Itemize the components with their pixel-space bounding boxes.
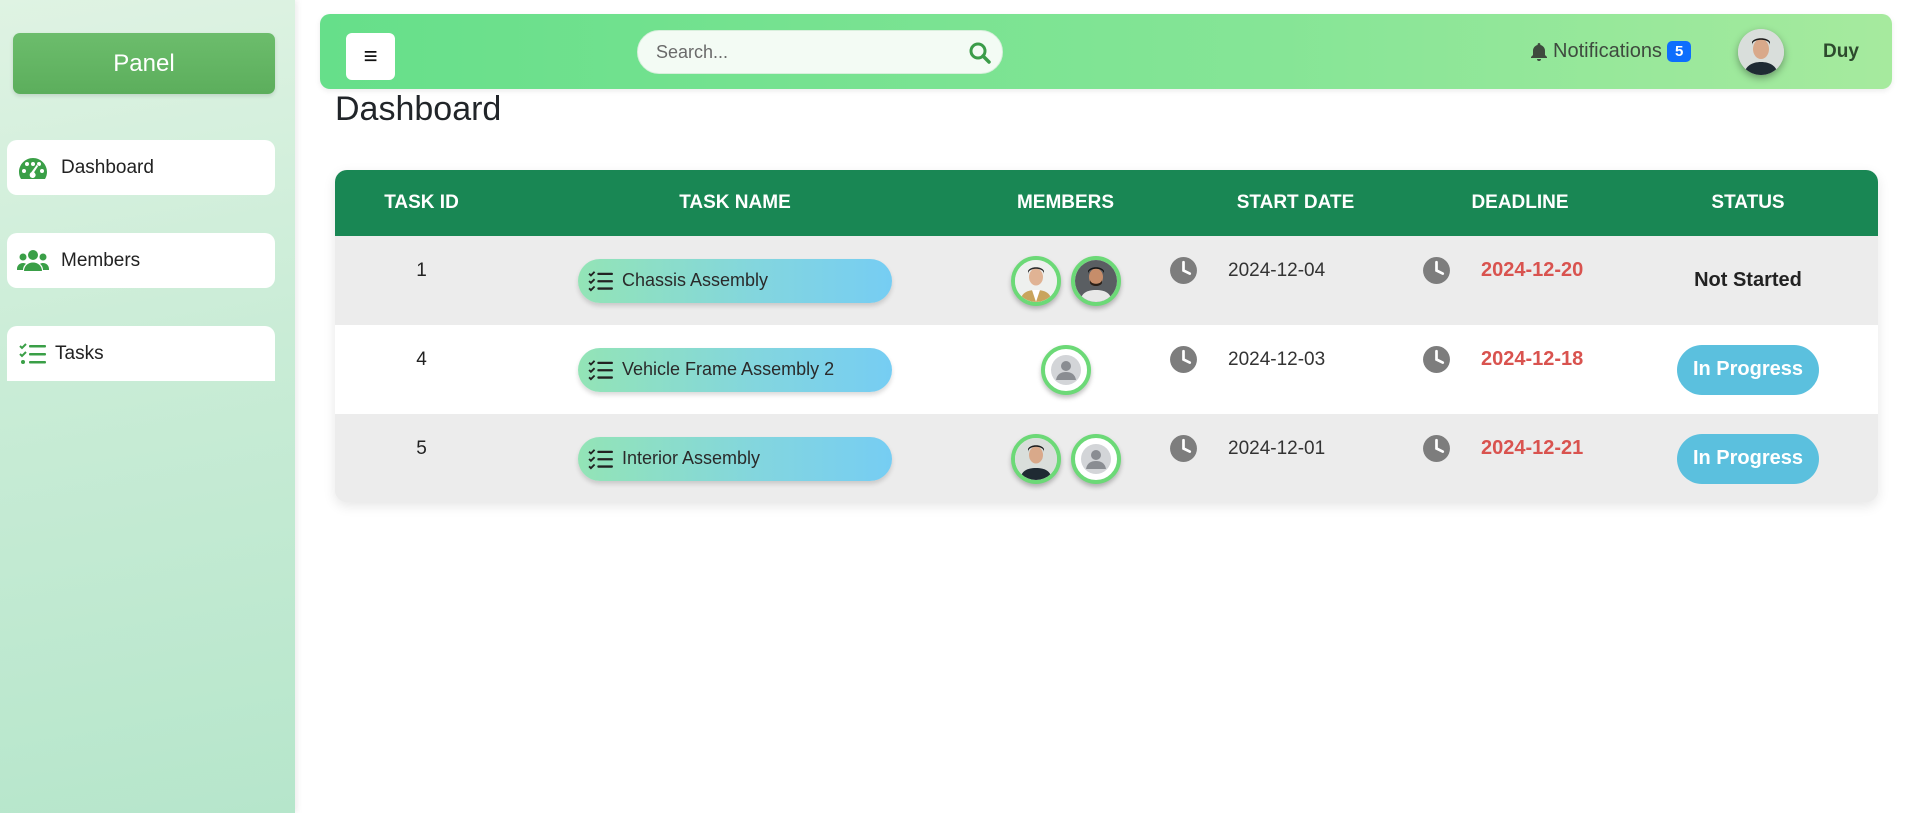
panel-title[interactable]: Panel — [13, 33, 275, 94]
sidebar-item-tasks[interactable]: Tasks — [7, 326, 275, 381]
member-avatar[interactable] — [1070, 433, 1121, 484]
task-name-pill[interactable]: Chassis Assembly — [578, 258, 892, 303]
search-input[interactable] — [638, 31, 1002, 73]
sidebar-item-dashboard[interactable]: Dashboard — [7, 140, 275, 195]
task-id: 1 — [416, 259, 427, 281]
start-date: 2024-12-04 — [1228, 259, 1326, 281]
list-check-icon — [588, 270, 613, 291]
column-header-status: STATUS — [1711, 192, 1785, 213]
sidebar: Panel Dashboard Members Tasks — [0, 0, 295, 813]
notifications-count-badge: 5 — [1666, 41, 1692, 62]
member-avatar[interactable] — [1040, 344, 1091, 395]
user-name[interactable]: Duy — [1823, 41, 1859, 63]
task-name-pill[interactable]: Interior Assembly — [578, 436, 892, 481]
default-user-icon — [1050, 354, 1081, 385]
start-date: 2024-12-03 — [1228, 348, 1326, 370]
table-row: 4 Vehicle Frame Assembly 2 2024-12-03 20… — [335, 325, 1878, 414]
task-name: Interior Assembly — [622, 448, 761, 468]
status-badge: In Progress — [1676, 344, 1820, 395]
sidebar-item-label: Dashboard — [61, 156, 154, 178]
list-check-icon — [588, 448, 613, 469]
task-name: Vehicle Frame Assembly 2 — [622, 359, 835, 379]
list-check-icon — [17, 340, 49, 368]
member-avatar[interactable] — [1070, 255, 1121, 306]
clock-icon — [1170, 346, 1197, 373]
search-icon[interactable] — [968, 41, 992, 65]
user-avatar[interactable] — [1738, 29, 1784, 75]
list-check-icon — [588, 359, 613, 380]
notifications-link[interactable]: Notifications 5 — [1529, 40, 1692, 63]
tasks-table: TASK ID TASK NAME MEMBERS START DATE DEA… — [335, 170, 1878, 502]
deadline-date: 2024-12-18 — [1481, 348, 1584, 370]
task-id: 5 — [416, 437, 427, 459]
clock-icon — [1423, 435, 1450, 462]
column-header-start-date: START DATE — [1236, 192, 1355, 213]
member-photo-icon — [1014, 437, 1057, 480]
task-id: 4 — [416, 348, 427, 370]
column-header-task-name: TASK NAME — [679, 192, 791, 213]
member-photo-icon — [1074, 259, 1117, 302]
users-icon — [17, 247, 49, 275]
members-group — [962, 414, 1169, 502]
task-name-pill[interactable]: Vehicle Frame Assembly 2 — [578, 347, 892, 392]
sidebar-item-members[interactable]: Members — [7, 233, 275, 288]
sidebar-item-label: Tasks — [55, 342, 104, 364]
status-badge: In Progress — [1676, 433, 1820, 484]
notifications-label: Notifications — [1553, 40, 1662, 62]
clock-icon — [1423, 346, 1450, 373]
column-header-members: MEMBERS — [1016, 192, 1115, 213]
search-box — [637, 30, 1003, 74]
table-header: TASK ID TASK NAME MEMBERS START DATE DEA… — [335, 170, 1878, 236]
task-name: Chassis Assembly — [622, 270, 769, 290]
column-header-task-id: TASK ID — [384, 192, 459, 213]
status-text: Not Started — [1694, 269, 1802, 291]
members-group — [962, 325, 1169, 414]
member-avatar[interactable] — [1010, 255, 1061, 306]
clock-icon — [1423, 257, 1450, 284]
member-photo-icon — [1014, 259, 1057, 302]
start-date: 2024-12-01 — [1228, 437, 1326, 459]
bell-icon — [1531, 42, 1547, 61]
member-avatar[interactable] — [1010, 433, 1061, 484]
default-user-icon — [1080, 443, 1111, 474]
members-group — [962, 236, 1169, 325]
gauge-icon — [17, 154, 49, 182]
table-row: 5 Interior Assembly 2024-12-01 2024-12-2… — [335, 414, 1878, 502]
deadline-date: 2024-12-20 — [1481, 259, 1584, 281]
sidebar-item-label: Members — [61, 249, 141, 271]
clock-icon — [1170, 435, 1197, 462]
menu-toggle-button[interactable]: ≡ — [346, 33, 395, 80]
deadline-date: 2024-12-21 — [1481, 437, 1584, 459]
table-row: 1 Chassis Assembly 2024-12-04 2024-12-20… — [335, 236, 1878, 325]
clock-icon — [1170, 257, 1197, 284]
top-navbar: ≡ Notifications 5 Duy — [320, 14, 1892, 89]
user-photo-icon — [1738, 29, 1784, 75]
page-title: Dashboard — [335, 90, 502, 128]
column-header-deadline: DEADLINE — [1471, 192, 1569, 213]
